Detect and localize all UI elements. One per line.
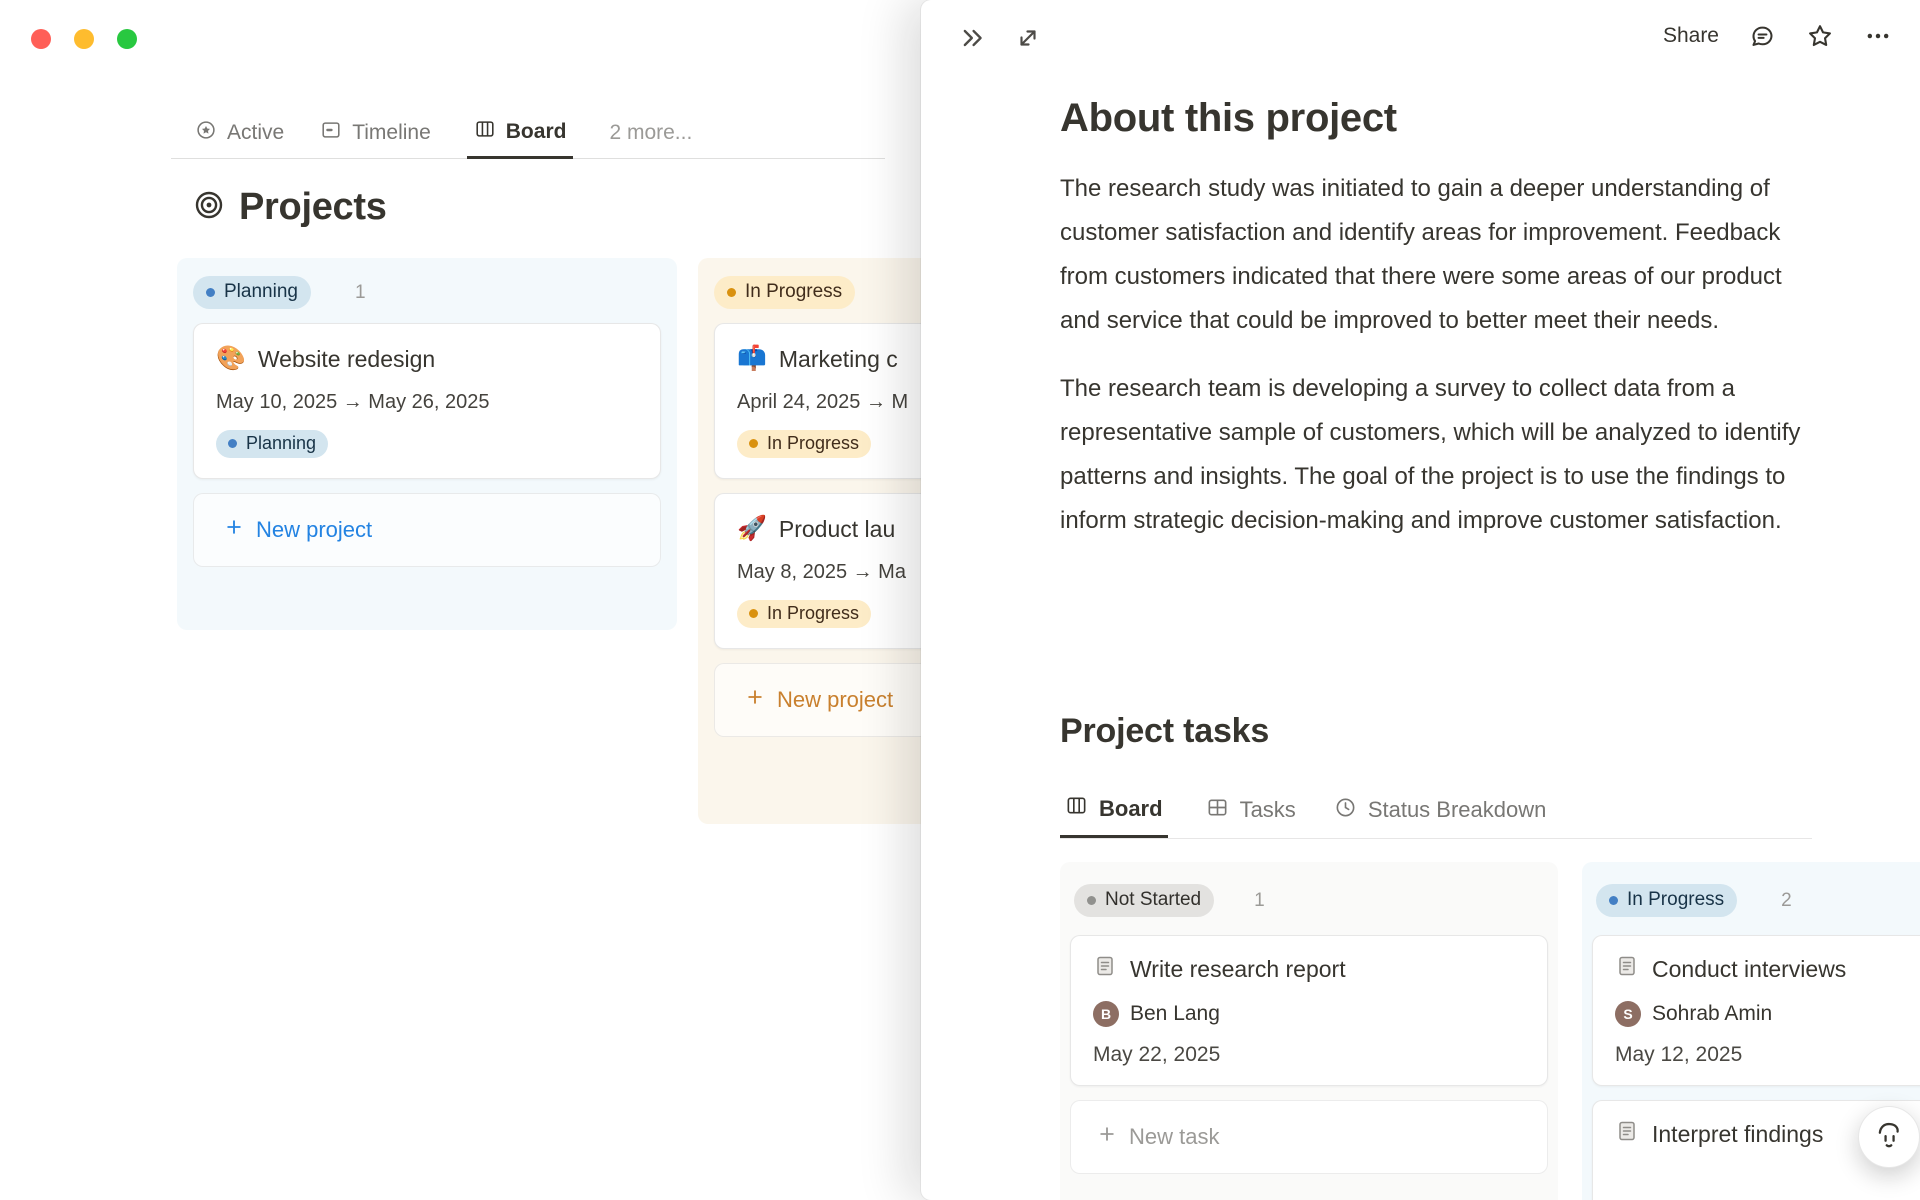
new-task-button[interactable]: New task [1070, 1100, 1548, 1174]
peek-page-content: About this project The research study wa… [1060, 96, 1812, 567]
clock-icon [1334, 796, 1357, 825]
column-count: 2 [1781, 889, 1792, 911]
status-dot [206, 287, 215, 297]
tasks-section-heading[interactable]: Project tasks [1060, 712, 1269, 751]
assignee-avatar: B [1093, 1001, 1119, 1027]
window-controls [31, 29, 137, 49]
task-title: Conduct interviews [1652, 955, 1847, 982]
column-header: In Progress 2 [1582, 862, 1920, 935]
table-icon [1206, 796, 1229, 825]
card-title: Website redesign [257, 346, 436, 372]
status-pill-planning[interactable]: Planning [193, 276, 311, 309]
tab-label: Active [227, 121, 285, 144]
timeline-icon [320, 119, 342, 147]
task-due-date: May 22, 2025 [1093, 1043, 1221, 1066]
status-dot [228, 439, 237, 448]
tab-board-view[interactable]: Board [466, 107, 574, 159]
board-icon [474, 118, 496, 146]
page-doc-icon [1615, 1119, 1639, 1149]
card-status-tag: Planning [216, 430, 329, 458]
tab-tasks-board[interactable]: Board [1060, 782, 1168, 838]
column-count: 1 [354, 281, 366, 303]
task-title: Interpret findings [1652, 1120, 1824, 1147]
mailbox-emoji-icon: 📫 [737, 345, 767, 372]
status-dot [727, 287, 736, 297]
card-date-range: May 10, 2025 → May 26, 2025 [216, 391, 490, 413]
minimize-window-button[interactable] [74, 29, 94, 49]
new-project-button[interactable]: New project [193, 493, 661, 567]
tab-tasks-table[interactable]: Tasks [1206, 782, 1296, 838]
status-pill-in-progress[interactable]: In Progress [714, 276, 856, 309]
column-count: 1 [1254, 889, 1265, 911]
peek-toolbar-right: Share [1663, 22, 1892, 50]
more-options-icon[interactable] [1864, 22, 1892, 50]
tab-label: Board [505, 119, 567, 143]
status-pill-in-progress[interactable]: In Progress [1596, 884, 1738, 917]
column-header: Not Started 1 [1060, 862, 1558, 935]
task-due-date: May 12, 2025 [1615, 1043, 1743, 1066]
assignee-name: Sohrab Amin [1652, 1002, 1773, 1025]
status-pill-not-started[interactable]: Not Started [1074, 884, 1215, 917]
share-button[interactable]: Share [1663, 24, 1719, 48]
body-paragraph[interactable]: The research team is developing a survey… [1060, 367, 1812, 543]
assignee-avatar: S [1615, 1001, 1641, 1027]
ai-face-icon [1873, 1119, 1905, 1156]
tab-status-breakdown[interactable]: Status Breakdown [1334, 782, 1546, 838]
target-icon [193, 189, 225, 226]
plus-icon [224, 517, 244, 543]
task-card[interactable]: Conduct interviews S Sohrab Amin May 12,… [1592, 935, 1920, 1086]
board-icon [1065, 794, 1088, 823]
view-tabs: Active Timeline Board 2 more... [195, 107, 692, 159]
side-peek-panel: Share About this project The research st… [921, 0, 1920, 1200]
open-full-page-icon[interactable] [1015, 25, 1041, 51]
tasks-view-tabs: Board Tasks Status Breakdown [1060, 782, 1546, 838]
task-card[interactable]: Write research report B Ben Lang May 22,… [1070, 935, 1548, 1086]
assignee-name: Ben Lang [1130, 1002, 1220, 1025]
body-paragraph[interactable]: The research study was initiated to gain… [1060, 167, 1812, 343]
page-doc-icon [1093, 954, 1117, 984]
card-title: Product lau [778, 516, 896, 542]
tab-label: 2 more... [609, 121, 693, 144]
tasks-tabs-divider [1060, 838, 1812, 839]
comments-icon[interactable] [1749, 23, 1776, 50]
plus-icon [1097, 1124, 1117, 1150]
rocket-emoji-icon: 🚀 [737, 515, 767, 542]
status-dot [1609, 895, 1618, 905]
card-title: Marketing c [778, 346, 898, 372]
task-column-not-started: Not Started 1 Write research report B Be… [1060, 862, 1558, 1200]
status-dot [749, 439, 758, 448]
collapse-peek-icon[interactable] [959, 24, 987, 52]
task-title: Write research report [1130, 955, 1346, 982]
zoom-window-button[interactable] [117, 29, 137, 49]
peek-toolbar-left [959, 24, 1041, 52]
status-dot [749, 609, 758, 618]
notion-ai-button[interactable] [1858, 1106, 1920, 1168]
board-column-planning: Planning 1 🎨 Website redesign May 10, 20… [177, 258, 677, 630]
project-card[interactable]: 🎨 Website redesign May 10, 2025 → May 26… [193, 323, 661, 479]
plus-icon [745, 687, 765, 713]
tab-label: Timeline [352, 121, 431, 144]
column-header: Planning 1 [177, 258, 677, 323]
page-title[interactable]: Projects [239, 186, 387, 229]
page-doc-icon [1615, 954, 1639, 984]
favorite-star-icon[interactable] [1806, 22, 1834, 50]
status-dot [1087, 895, 1096, 905]
star-circle-icon [195, 119, 217, 147]
palette-emoji-icon: 🎨 [216, 345, 246, 372]
tab-timeline-view[interactable]: Timeline [320, 107, 431, 159]
page-title-row: Projects [193, 186, 387, 229]
notion-window: Active Timeline Board 2 more... Projects… [0, 0, 1920, 1200]
card-status-tag: In Progress [737, 600, 872, 628]
peek-page-title[interactable]: About this project [1060, 96, 1812, 141]
card-status-tag: In Progress [737, 430, 872, 458]
tab-active-view[interactable]: Active [195, 107, 284, 159]
close-window-button[interactable] [31, 29, 51, 49]
tab-more-views[interactable]: 2 more... [609, 107, 692, 159]
